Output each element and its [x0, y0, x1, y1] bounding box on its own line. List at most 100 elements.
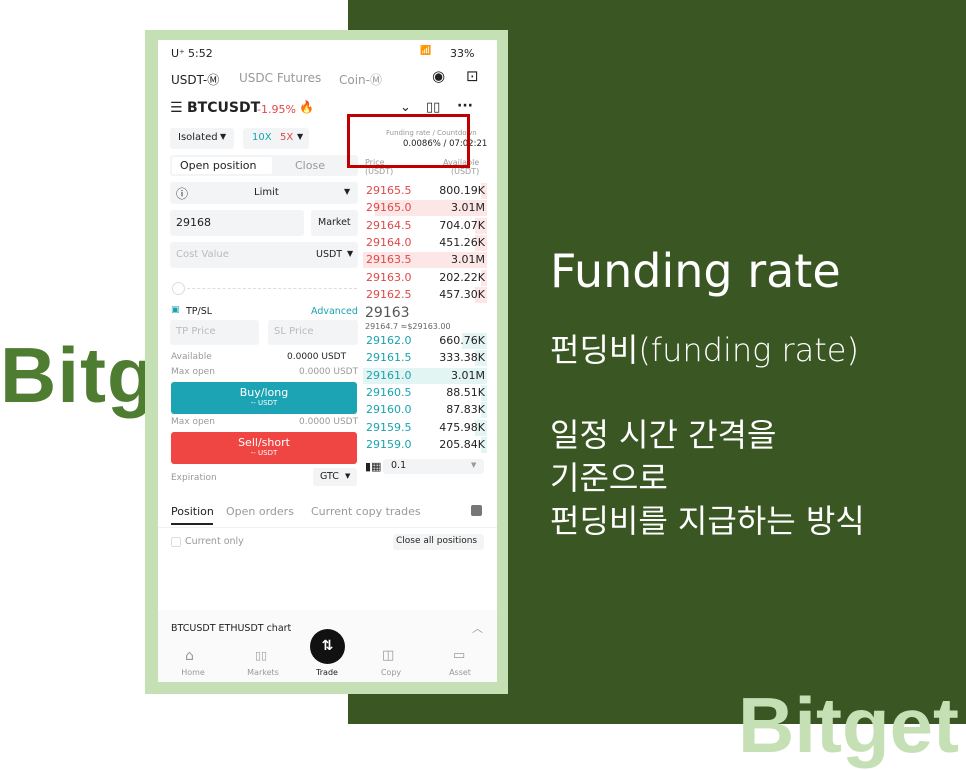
wifi-signal-icon: 📶 [420, 46, 432, 56]
mark-price: 29164.7 ≈$29163.00 [365, 322, 451, 331]
margin-mode-select[interactable]: Isolated ▼ [170, 128, 234, 149]
ask-row[interactable]: 29163.0 202.22K [363, 269, 487, 286]
bid-amount: 475.98K [439, 420, 485, 434]
ask-row[interactable]: 29165.0 3.01M [363, 200, 487, 217]
ask-amount: 704.07K [439, 218, 485, 232]
available-label: Available [171, 352, 212, 362]
bid-amount: 87.83K [446, 403, 485, 417]
bid-row[interactable]: 29161.0 3.01M [363, 367, 487, 384]
ask-price: 29164.5 [366, 218, 412, 232]
nav-asset[interactable]: Asset [430, 668, 490, 677]
ask-row[interactable]: 29163.5 3.01M [363, 252, 487, 269]
buy-long-button[interactable]: Buy/long -- USDT [171, 382, 357, 414]
menu-icon[interactable]: ☰ [170, 100, 183, 116]
bid-row[interactable]: 29159.0 205.84K [363, 436, 487, 453]
current-only-checkbox[interactable] [171, 537, 181, 547]
bid-price: 29160.5 [366, 385, 412, 399]
tp-price-input[interactable]: TP Price [170, 320, 259, 345]
order-history-icon[interactable] [471, 505, 482, 516]
sl-price-input[interactable]: SL Price [268, 320, 358, 345]
market-button[interactable]: Market [311, 210, 358, 236]
tab-open-orders[interactable]: Open orders [226, 505, 294, 518]
copy-icon[interactable]: ◫ [382, 648, 394, 663]
ask-row[interactable]: 29164.5 704.07K [363, 217, 487, 234]
ask-row[interactable]: 29165.5 800.19K [363, 183, 487, 199]
time: 5:52 [188, 47, 213, 60]
tpsl-label: TP/SL [186, 306, 213, 317]
bid-row[interactable]: 29159.5 475.98K [363, 419, 487, 436]
expiration-select[interactable]: GTC ▼ [313, 468, 357, 486]
bid-amount: 333.38K [439, 351, 485, 365]
tab-open-position[interactable]: Open position [180, 159, 256, 172]
tab-position[interactable]: Position [171, 505, 214, 518]
expiration-label: Expiration [171, 473, 217, 483]
amount-slider[interactable] [172, 288, 357, 289]
nav-home[interactable]: Home [163, 668, 223, 677]
robot-icon[interactable]: ⊡ [466, 67, 479, 85]
bid-price: 29159.0 [366, 437, 412, 451]
description-line: 펀딩비를 지급하는 방식 [550, 502, 865, 540]
battery: 33% [450, 47, 475, 60]
bid-price: 29161.0 [366, 368, 412, 382]
ask-price: 29165.0 [366, 201, 412, 215]
symbol-change: -1.95% [257, 103, 296, 116]
bid-price: 29162.0 [366, 334, 412, 347]
copy-trade-icon[interactable]: ◉ [432, 67, 445, 85]
sell-short-button[interactable]: Sell/short -- USDT [171, 432, 357, 464]
tab-usdc-futures[interactable]: USDC Futures [239, 71, 321, 85]
depth-view-icon[interactable]: ▮▦ [365, 460, 381, 473]
bid-row[interactable]: 29161.5 333.38K [363, 350, 487, 367]
chevron-down-icon[interactable]: ⌄ [400, 100, 411, 115]
advanced-link[interactable]: Advanced [311, 306, 358, 317]
tab-usdt-m[interactable]: USDT-Ⓜ [171, 71, 219, 88]
ask-amount: 3.01M [451, 201, 485, 215]
cost-value-input[interactable]: Cost Value USDT ▼ [170, 242, 358, 268]
bid-row[interactable]: 29162.0 660.76K [363, 333, 487, 349]
funding-rate-highlight [347, 114, 470, 168]
fire-icon: 🔥 [299, 100, 314, 114]
more-icon[interactable]: ··· [457, 98, 473, 114]
precision-select[interactable]: 0.1 ▼ [383, 459, 484, 474]
ask-price: 29162.5 [366, 287, 412, 301]
ask-row[interactable]: 29164.0 451.26K [363, 234, 487, 251]
bid-row[interactable]: 29160.0 87.83K [363, 402, 487, 419]
ask-row[interactable]: 29162.5 457.30K [363, 286, 487, 303]
bid-price: 29161.5 [366, 351, 412, 365]
slider-handle[interactable] [172, 282, 185, 295]
available-value: 0.0000 USDT [287, 352, 347, 362]
symbol-name[interactable]: BTCUSDT [187, 100, 260, 116]
bid-price: 29159.5 [366, 420, 412, 434]
nav-trade[interactable]: Trade [297, 668, 357, 677]
ask-amount: 202.22K [439, 270, 485, 284]
tab-current-copy-trades[interactable]: Current copy trades [311, 505, 421, 518]
wallet-icon[interactable]: ▭ [453, 648, 465, 663]
ask-price: 29165.5 [366, 184, 412, 197]
bid-row[interactable]: 29160.5 88.51K [363, 384, 487, 401]
ask-price: 29163.0 [366, 270, 412, 284]
order-side-tabs: Open position Close [170, 155, 358, 176]
trade-icon[interactable]: ⇅ [310, 629, 345, 664]
max-open-label: Max open [171, 367, 215, 377]
candlestick-icon[interactable]: ▯▯ [426, 100, 440, 115]
tpsl-checkbox[interactable]: ▣ [171, 305, 180, 315]
price-input[interactable]: 29168 [170, 210, 304, 236]
ask-amount: 457.30K [439, 287, 485, 301]
chart-bar-label[interactable]: BTCUSDT ETHUSDT chart [171, 623, 291, 634]
nav-markets[interactable]: Markets [233, 668, 293, 677]
tab-coin-m[interactable]: Coin-Ⓜ [339, 71, 382, 88]
description-line: 기준으로 [550, 459, 668, 497]
slide-subtitle: 펀딩비(funding rate) [550, 331, 859, 369]
nav-copy[interactable]: Copy [361, 668, 421, 677]
ask-amount: 451.26K [439, 235, 485, 249]
leverage-select[interactable]: 10X 5X ▼ [243, 128, 309, 149]
bid-price: 29160.0 [366, 403, 412, 417]
max-open-value: 0.0000 USDT [299, 367, 359, 377]
chevron-up-icon[interactable]: ︿ [472, 620, 483, 636]
ask-amount: 3.01M [451, 253, 485, 267]
tab-close[interactable]: Close [295, 159, 325, 172]
slide-title: Funding rate [550, 244, 841, 298]
markets-icon[interactable]: ▯▯ [255, 649, 267, 662]
order-type-select[interactable]: ⓘ Limit ▼ [170, 182, 358, 204]
close-all-positions-button[interactable]: Close all positions [393, 534, 484, 550]
home-icon[interactable]: ⌂ [185, 648, 194, 664]
